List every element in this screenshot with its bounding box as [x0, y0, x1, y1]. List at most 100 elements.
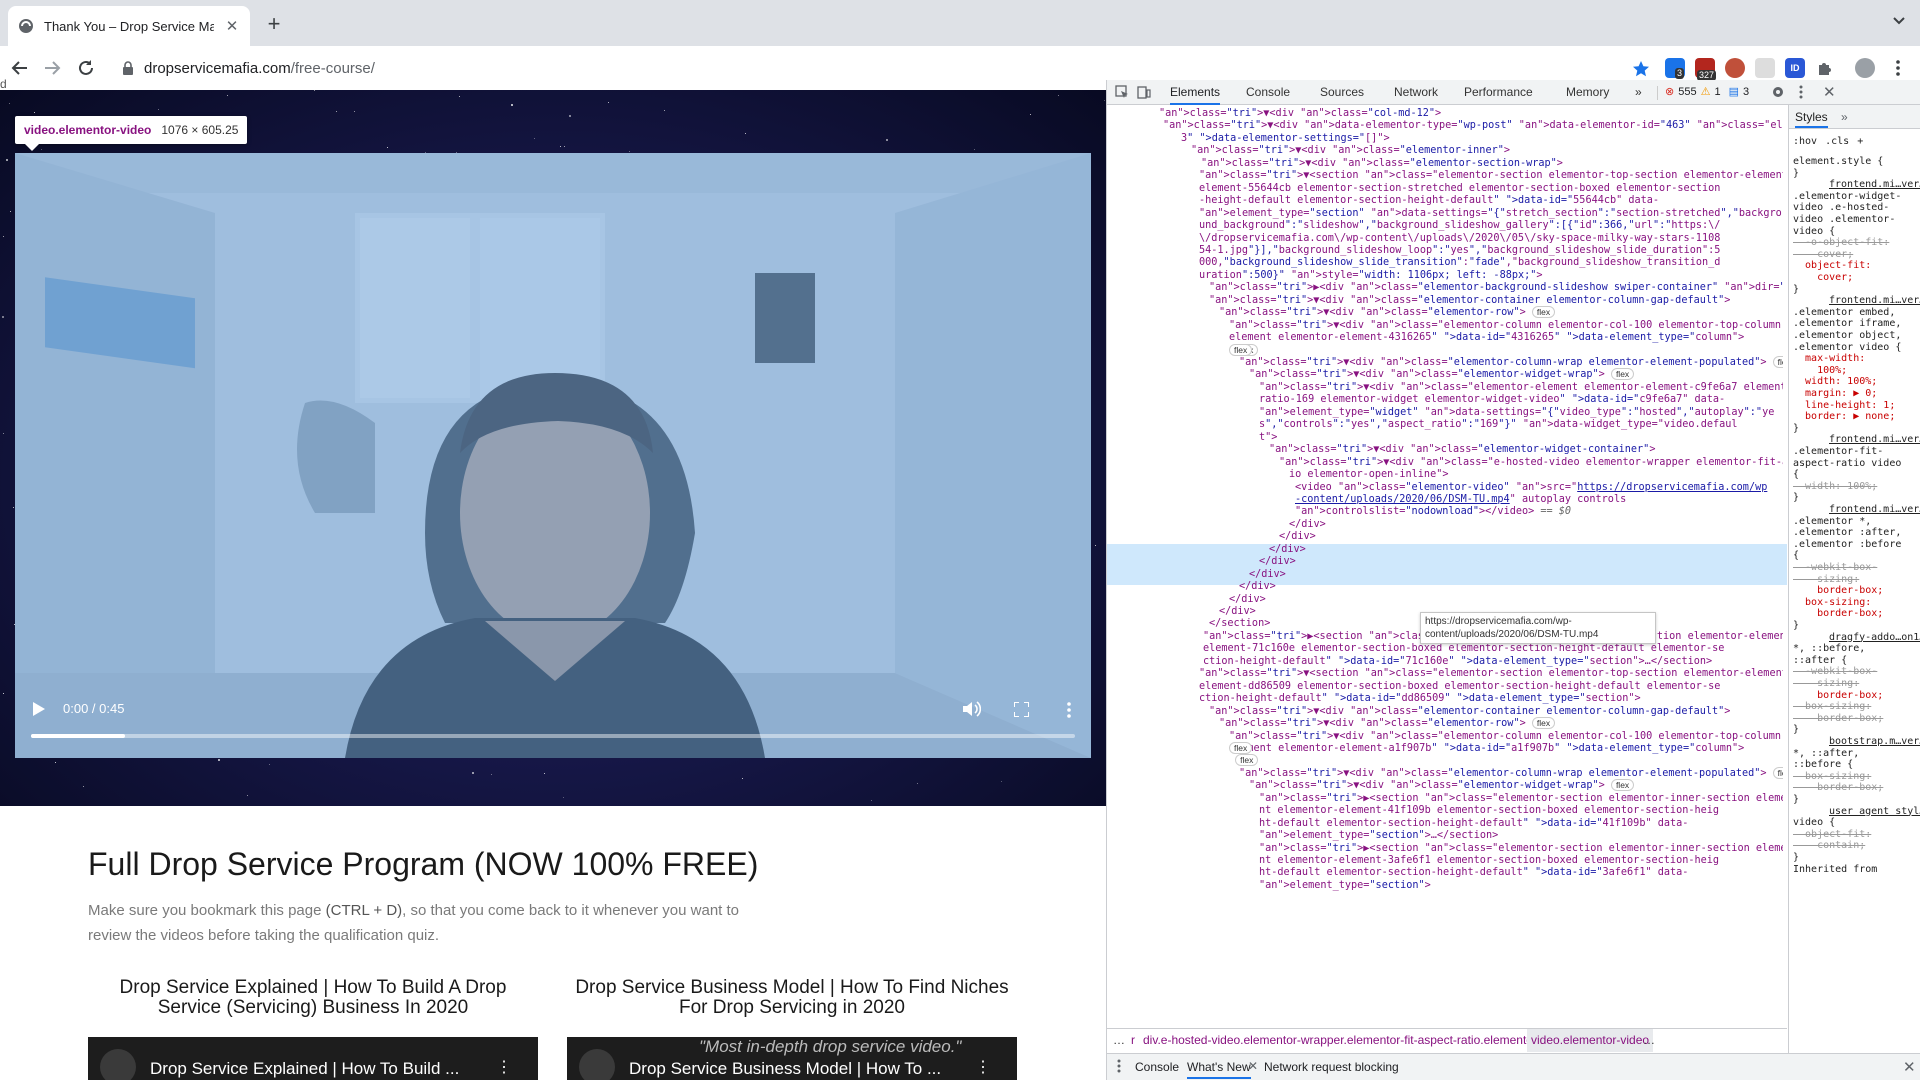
- extension-2-icon[interactable]: 327: [1695, 58, 1717, 81]
- youtube-embed-2[interactable]: "Most in-depth drop service video." Drop…: [567, 1037, 1017, 1080]
- back-icon[interactable]: [8, 56, 32, 80]
- style-rule-line: }: [1793, 492, 1800, 504]
- star: [974, 149, 976, 151]
- star: [41, 148, 43, 150]
- tab-elements[interactable]: Elements: [1170, 80, 1221, 105]
- fullscreen-icon[interactable]: [1014, 702, 1029, 717]
- tab-console[interactable]: Console: [1246, 80, 1290, 105]
- star: [269, 763, 271, 765]
- breadcrumb-item-video[interactable]: video.elementor-video: [1527, 1029, 1654, 1052]
- bookmark-star-icon[interactable]: [1632, 60, 1650, 78]
- flex-badge[interactable]: flex: [1610, 368, 1635, 381]
- video-1-title: Drop Service Explained | How To Build A …: [119, 977, 507, 1018]
- more-tabs-button[interactable]: »: [1635, 80, 1642, 105]
- style-rule-line: border-box;: [1793, 608, 1884, 620]
- url-text: dropservicemafia.com/free-course/: [144, 60, 375, 77]
- tab-network[interactable]: Network: [1394, 80, 1438, 105]
- style-rule-line: }: [1793, 724, 1800, 736]
- close-devtools-icon[interactable]: ✕: [1823, 83, 1836, 101]
- extension-4-icon[interactable]: [1755, 58, 1775, 78]
- star: [510, 104, 513, 107]
- style-rule-line: border: ▶ none;: [1793, 411, 1896, 423]
- inspect-element-icon[interactable]: [1115, 85, 1129, 99]
- tab-close-icon[interactable]: ✕: [224, 17, 240, 35]
- flex-badge[interactable]: flex: [1531, 717, 1556, 730]
- lead-shortcut: (CTRL + D): [325, 902, 403, 919]
- play-icon[interactable]: [33, 702, 45, 716]
- flex-badge[interactable]: flex: [1531, 306, 1556, 319]
- drawer-tab-whats-new[interactable]: What's New: [1187, 1060, 1251, 1079]
- flex-badge[interactable]: flex: [1229, 741, 1253, 754]
- style-rule-line: cover;: [1793, 272, 1854, 283]
- star: [83, 786, 85, 788]
- star: [218, 758, 221, 761]
- issue-counters[interactable]: ⊗ 555 ⚠ 1 ▤ 3: [1665, 85, 1749, 99]
- flex-badge[interactable]: flex: [1772, 766, 1783, 779]
- video-progress-bar[interactable]: [31, 734, 1075, 738]
- star: [491, 774, 493, 776]
- styles-tab[interactable]: Styles: [1795, 110, 1828, 128]
- browser-tab-active[interactable]: Thank You – Drop Service Mafia ✕: [8, 6, 250, 46]
- youtube-menu-icon[interactable]: ⋮: [496, 1057, 512, 1077]
- reload-icon[interactable]: [74, 56, 98, 80]
- lock-icon[interactable]: [122, 61, 134, 75]
- dom-tree[interactable]: "an">class="tri">▼<div "an">class="col-m…: [1107, 105, 1787, 1025]
- volume-icon[interactable]: [963, 701, 981, 717]
- devtools-drawer: Console What's New ✕ Network request blo…: [1107, 1053, 1920, 1080]
- hov-toggle[interactable]: :hov: [1793, 136, 1817, 147]
- devtools-settings-gear-icon[interactable]: [1771, 85, 1785, 99]
- tab-performance[interactable]: Performance: [1464, 80, 1533, 105]
- star: [564, 146, 566, 148]
- style-rule-line: element.style {: [1793, 156, 1884, 167]
- drawer-menu-icon[interactable]: [1117, 1059, 1121, 1073]
- youtube-overlay-quote: "Most in-depth drop service video.": [699, 1037, 962, 1056]
- breadcrumb-item-r[interactable]: r: [1131, 1029, 1135, 1052]
- star: [664, 109, 666, 111]
- divider: [1657, 86, 1658, 100]
- forward-icon[interactable]: [40, 56, 64, 80]
- flex-badge[interactable]: flex: [1772, 356, 1783, 368]
- breadcrumb-ellipsis[interactable]: …: [1113, 1029, 1125, 1052]
- star: [1000, 781, 1002, 783]
- new-style-rule-icon[interactable]: +: [1857, 136, 1863, 147]
- cls-toggle[interactable]: .cls: [1825, 136, 1849, 147]
- video-controls: 0:00 / 0:45: [15, 678, 1091, 758]
- video-more-options-icon[interactable]: [1067, 702, 1071, 718]
- tab-memory[interactable]: Memory: [1566, 80, 1609, 105]
- page-fragment-text: d: [0, 77, 7, 91]
- tab-search-chevron-icon[interactable]: [1892, 14, 1906, 28]
- profile-avatar-icon[interactable]: [1855, 58, 1875, 78]
- id-extension-icon[interactable]: ID: [1785, 58, 1805, 78]
- drawer-tab-network-blocking[interactable]: Network request blocking: [1264, 1060, 1399, 1074]
- style-rule-line: }: [1793, 167, 1800, 179]
- youtube-embed-1[interactable]: Drop Service Explained | How To Build ..…: [88, 1037, 538, 1080]
- star: [227, 95, 229, 97]
- new-tab-button[interactable]: +: [262, 12, 286, 36]
- close-drawer-icon[interactable]: ✕: [1903, 1058, 1916, 1076]
- star: [745, 132, 747, 134]
- star: [387, 147, 389, 149]
- style-rule-line: border-box;: [1793, 782, 1884, 794]
- device-toolbar-icon[interactable]: [1137, 85, 1151, 99]
- cookie-extension-icon[interactable]: [1725, 58, 1745, 78]
- extensions-puzzle-icon[interactable]: [1815, 58, 1835, 78]
- close-whats-new-icon[interactable]: ✕: [1248, 1059, 1258, 1073]
- page-heading: Full Drop Service Program (NOW 100% FREE…: [88, 846, 759, 882]
- browser-menu-icon[interactable]: [1888, 58, 1908, 78]
- flex-badge[interactable]: flex: [1610, 779, 1635, 792]
- flex-badge[interactable]: flex: [1229, 343, 1253, 356]
- extension-1-icon[interactable]: 3: [1665, 58, 1685, 79]
- dom-node-line[interactable]: "an">element_type="section">: [1259, 879, 1783, 893]
- styles-more-tabs[interactable]: »: [1841, 110, 1848, 124]
- style-rule-line: .elementor :before: [1793, 538, 1902, 550]
- youtube-menu-icon[interactable]: ⋮: [975, 1057, 991, 1077]
- breadcrumb-ellipsis-end[interactable]: …: [1643, 1029, 1655, 1052]
- course-video-player[interactable]: 0:00 / 0:45: [15, 153, 1091, 758]
- extension-1-badge: 3: [1675, 68, 1685, 79]
- tab-sources[interactable]: Sources: [1320, 80, 1364, 105]
- star: [534, 137, 536, 139]
- devtools-menu-icon[interactable]: [1799, 85, 1803, 99]
- devtools-tab-bar: Elements Console Sources Network Perform…: [1107, 80, 1920, 105]
- drawer-tab-console[interactable]: Console: [1135, 1060, 1179, 1074]
- src-url-tooltip: https://dropservicemafia.com/wp-content/…: [1420, 612, 1656, 644]
